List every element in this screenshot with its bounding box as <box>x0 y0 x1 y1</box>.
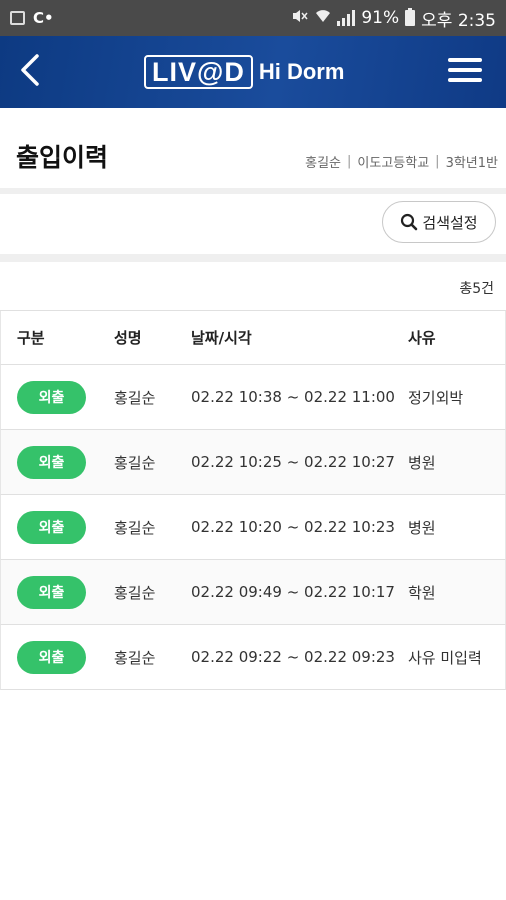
name-cell: 홍길순 <box>114 518 156 537</box>
table-row[interactable]: 외출 홍길순 02.22 09:22 ~ 02.22 09:23 사유 미입력 <box>0 625 506 690</box>
header-reason: 사유 <box>408 329 436 347</box>
school-name: 이도고등학교 <box>357 156 430 171</box>
type-badge: 외출 <box>17 640 86 674</box>
type-cell: 외출 <box>17 365 86 429</box>
history-table: 구분 성명 날짜/시각 사유 외출 홍길순 02.22 10:38 ~ 02.22 … <box>0 310 506 690</box>
title-section: 출입이력 홍길순 | 이도고등학교 | 3학년1반 <box>0 108 506 188</box>
reason-cell: 정기외박 <box>408 388 464 407</box>
datetime-cell: 02.22 10:38 ~ 02.22 11:00 <box>191 388 395 406</box>
type-cell: 외출 <box>17 430 86 494</box>
reason-cell: 학원 <box>408 583 436 602</box>
app-header: LIV@D Hi Dorm <box>0 36 506 108</box>
user-info: 홍길순 | 이도고등학교 | 3학년1반 <box>305 152 498 171</box>
page-title: 출입이력 <box>16 143 109 172</box>
type-badge: 외출 <box>17 380 86 414</box>
reason-cell: 병원 <box>408 518 436 537</box>
logo-main: LIV@D <box>144 55 253 89</box>
name-cell: 홍길순 <box>114 648 156 667</box>
user-name: 홍길순 <box>305 156 342 171</box>
table-row[interactable]: 외출 홍길순 02.22 10:38 ~ 02.22 11:00 정기외박 <box>0 365 506 430</box>
type-badge: 외출 <box>17 445 86 479</box>
reason-cell: 병원 <box>408 453 436 472</box>
status-time: 오후 2:35 <box>421 10 496 31</box>
section-divider <box>0 254 506 262</box>
type-cell: 외출 <box>17 560 86 624</box>
table-row[interactable]: 외출 홍길순 02.22 10:20 ~ 02.22 10:23 병원 <box>0 495 506 560</box>
header-type: 구분 <box>17 329 45 347</box>
search-settings-button[interactable]: 검색설정 <box>382 201 496 243</box>
status-bar: C• 91% 오후 2:35 <box>0 0 506 36</box>
back-icon[interactable] <box>18 50 58 94</box>
table-row[interactable]: 외출 홍길순 02.22 10:25 ~ 02.22 10:27 병원 <box>0 430 506 495</box>
battery-icon <box>405 8 416 26</box>
table-row[interactable]: 외출 홍길순 02.22 09:49 ~ 02.22 10:17 학원 <box>0 560 506 625</box>
class-name: 3학년1반 <box>445 156 498 171</box>
search-section: 검색설정 <box>0 194 506 254</box>
count-row: 총5건 <box>0 262 506 310</box>
gallery-icon <box>10 11 25 25</box>
reason-cell: 사유 미입력 <box>408 648 482 667</box>
divider: | <box>347 154 352 169</box>
table-header: 구분 성명 날짜/시각 사유 <box>0 311 506 365</box>
datetime-cell: 02.22 10:20 ~ 02.22 10:23 <box>191 518 395 536</box>
search-icon <box>401 213 418 231</box>
wifi-icon <box>315 8 331 29</box>
header-name: 성명 <box>114 329 142 347</box>
header-datetime: 날짜/시각 <box>191 329 252 347</box>
type-badge: 외출 <box>17 510 86 544</box>
datetime-cell: 02.22 09:49 ~ 02.22 10:17 <box>191 583 395 601</box>
type-cell: 외출 <box>17 495 86 559</box>
total-count: 총5건 <box>459 281 494 297</box>
menu-icon[interactable] <box>448 52 482 92</box>
app-logo: LIV@D Hi Dorm <box>144 54 344 90</box>
name-cell: 홍길순 <box>114 453 156 472</box>
signal-icon <box>337 10 356 26</box>
logo-sub: Hi Dorm <box>258 59 345 84</box>
type-cell: 외출 <box>17 625 86 689</box>
name-cell: 홍길순 <box>114 583 156 602</box>
mute-icon <box>291 8 309 29</box>
type-badge: 외출 <box>17 575 86 609</box>
datetime-cell: 02.22 10:25 ~ 02.22 10:27 <box>191 453 395 471</box>
c-icon: C• <box>33 9 54 27</box>
battery-percent: 91% <box>361 8 400 28</box>
datetime-cell: 02.22 09:22 ~ 02.22 09:23 <box>191 648 395 666</box>
name-cell: 홍길순 <box>114 388 156 407</box>
search-settings-label: 검색설정 <box>422 213 478 232</box>
divider: | <box>435 154 440 169</box>
